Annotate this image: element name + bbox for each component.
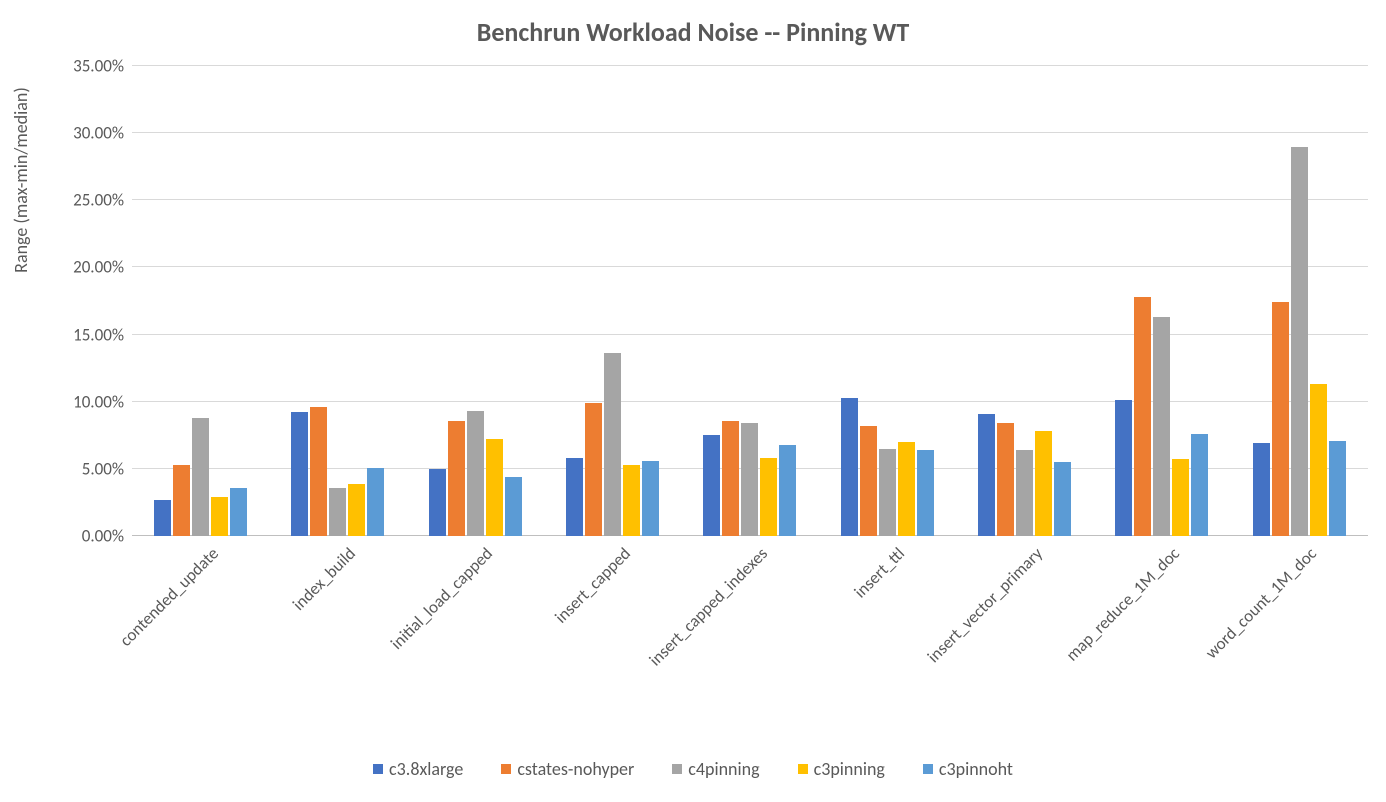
chart-container: Benchrun Workload Noise -- Pinning WT Ra… xyxy=(0,0,1386,802)
bar xyxy=(173,465,190,536)
bar xyxy=(1153,317,1170,536)
bar xyxy=(623,465,640,536)
plot-area: 0.00%5.00%10.00%15.00%20.00%25.00%30.00%… xyxy=(132,66,1368,536)
bar xyxy=(291,412,308,536)
bar xyxy=(585,403,602,536)
bar xyxy=(429,469,446,536)
chart-title: Benchrun Workload Noise -- Pinning WT xyxy=(0,16,1386,48)
bar xyxy=(978,414,995,536)
bar xyxy=(997,423,1014,536)
bar xyxy=(211,497,228,536)
bar xyxy=(1115,400,1132,536)
legend-label: c3pinning xyxy=(814,758,885,780)
bar xyxy=(779,445,796,536)
bars-layer: contended_updateindex_buildinitial_load_… xyxy=(132,66,1368,536)
legend-swatch xyxy=(373,764,383,774)
y-tick-label: 10.00% xyxy=(73,391,132,412)
bar xyxy=(1191,434,1208,536)
x-tick-label: initial_load_capped xyxy=(379,536,497,654)
category-group: map_reduce_1M_doc xyxy=(1093,66,1230,536)
y-tick-label: 0.00% xyxy=(82,526,132,547)
legend: c3.8xlarge cstates-nohyper c4pinning c3pinn… xyxy=(0,758,1386,780)
bar xyxy=(860,426,877,536)
bar xyxy=(1054,462,1071,536)
category-group: index_build xyxy=(269,66,406,536)
bar xyxy=(348,484,365,536)
x-tick-label: insert_vector_primary xyxy=(916,536,1047,667)
bar xyxy=(1272,302,1289,536)
category-group: insert_capped_indexes xyxy=(681,66,818,536)
bar xyxy=(367,468,384,536)
x-tick-label: word_count_1M_doc xyxy=(1194,536,1321,663)
bar xyxy=(1172,459,1189,536)
bar xyxy=(760,458,777,536)
bar xyxy=(154,500,171,536)
category-group: word_count_1M_doc xyxy=(1231,66,1368,536)
legend-item: cstates-nohyper xyxy=(501,758,634,780)
legend-label: c4pinning xyxy=(688,758,759,780)
y-tick-label: 15.00% xyxy=(73,324,132,345)
x-tick-label: insert_capped_indexes xyxy=(638,536,772,670)
bar xyxy=(879,449,896,536)
bar xyxy=(1134,297,1151,536)
bar xyxy=(486,439,503,536)
bar xyxy=(741,423,758,536)
bar xyxy=(1016,450,1033,536)
category-group: insert_ttl xyxy=(819,66,956,536)
bar xyxy=(566,458,583,536)
legend-label: c3pinnoht xyxy=(939,758,1013,780)
bar xyxy=(1035,431,1052,536)
legend-label: cstates-nohyper xyxy=(517,758,634,780)
legend-swatch xyxy=(923,764,933,774)
bar xyxy=(1310,384,1327,536)
x-tick-label: contended_update xyxy=(108,536,223,651)
bar xyxy=(703,435,720,536)
bar xyxy=(604,353,621,536)
category-group: contended_update xyxy=(132,66,269,536)
bar xyxy=(505,477,522,536)
bar xyxy=(1291,147,1308,536)
x-tick-label: map_reduce_1M_doc xyxy=(1054,536,1183,665)
bar xyxy=(1253,443,1270,536)
y-tick-label: 30.00% xyxy=(73,123,132,144)
x-tick-label: index_build xyxy=(281,536,360,615)
bar xyxy=(310,407,327,536)
legend-swatch xyxy=(798,764,808,774)
y-tick-label: 5.00% xyxy=(82,458,132,479)
legend-swatch xyxy=(672,764,682,774)
legend-item: c3pinning xyxy=(798,758,885,780)
bar xyxy=(642,461,659,536)
legend-item: c3pinnoht xyxy=(923,758,1013,780)
legend-item: c3.8xlarge xyxy=(373,758,463,780)
bar xyxy=(329,488,346,536)
category-group: insert_capped xyxy=(544,66,681,536)
bar xyxy=(448,421,465,536)
y-tick-label: 25.00% xyxy=(73,190,132,211)
bar xyxy=(230,488,247,536)
bar xyxy=(898,442,915,536)
bar xyxy=(467,411,484,536)
y-tick-label: 20.00% xyxy=(73,257,132,278)
x-tick-label: insert_capped xyxy=(543,536,635,628)
legend-label: c3.8xlarge xyxy=(389,758,463,780)
category-group: insert_vector_primary xyxy=(956,66,1093,536)
x-tick-label: insert_ttl xyxy=(843,536,909,602)
y-axis-label: Range (max-min/median) xyxy=(10,0,32,360)
bar xyxy=(917,450,934,536)
category-group: initial_load_capped xyxy=(407,66,544,536)
legend-item: c4pinning xyxy=(672,758,759,780)
legend-swatch xyxy=(501,764,511,774)
bar xyxy=(841,398,858,536)
bar xyxy=(1329,441,1346,536)
bar xyxy=(192,418,209,536)
bar xyxy=(722,421,739,536)
y-tick-label: 35.00% xyxy=(73,56,132,77)
